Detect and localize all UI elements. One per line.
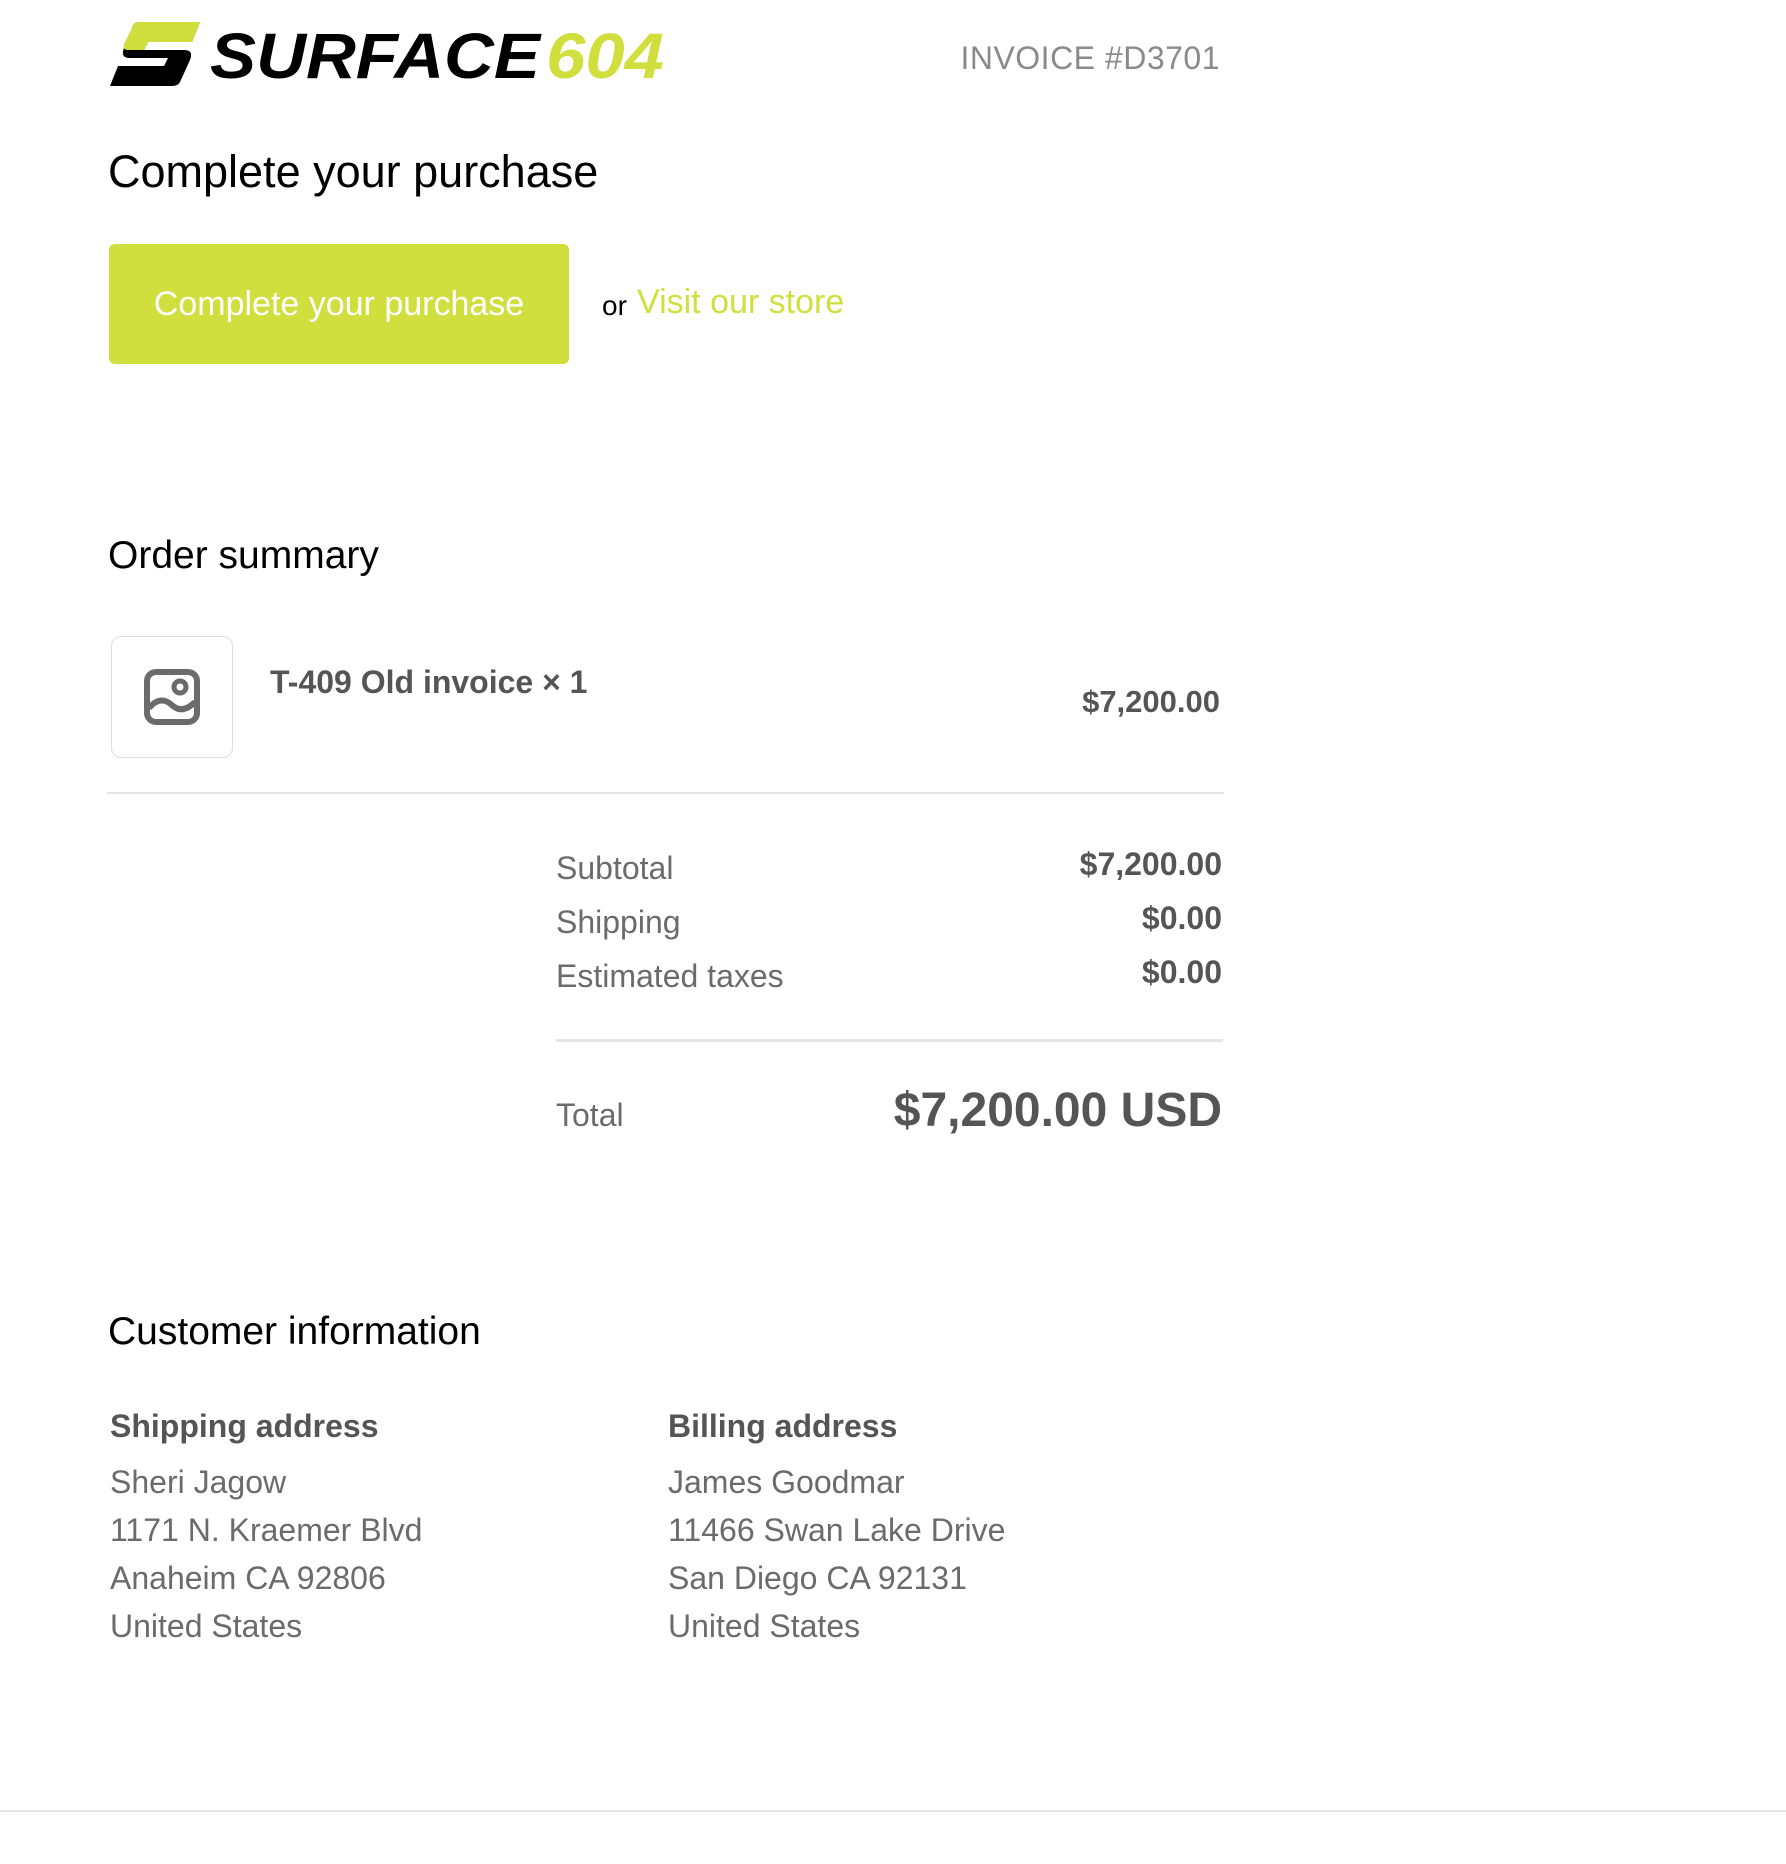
address-line: San Diego CA 92131: [668, 1560, 967, 1596]
divider: [107, 792, 1224, 794]
product-thumbnail: [111, 636, 233, 758]
address-line: James Goodmar: [668, 1464, 905, 1500]
invoice-number: INVOICE #D3701: [960, 40, 1220, 76]
order-summary-title: Order summary: [108, 534, 379, 577]
address-line: Sheri Jagow: [110, 1464, 287, 1500]
shipping-value: $0.00: [1141, 900, 1222, 936]
total-label: Total: [556, 1097, 624, 1133]
visit-store-link[interactable]: Visit our store: [637, 283, 844, 322]
taxes-label: Estimated taxes: [556, 958, 784, 994]
address-line: United States: [110, 1608, 303, 1644]
complete-purchase-button[interactable]: Complete your purchase: [109, 244, 569, 364]
shipping-address-heading: Shipping address: [110, 1408, 379, 1444]
address-line: 11466 Swan Lake Drive: [668, 1512, 1006, 1548]
divider: [556, 1039, 1223, 1042]
surface604-logo: SURFACE 604: [110, 20, 664, 86]
subtotal-label: Subtotal: [556, 850, 674, 886]
line-item-name: T-409 Old invoice × 1: [270, 664, 588, 700]
total-value: $7,200.00 USD: [893, 1084, 1222, 1137]
address-line: Anaheim CA 92806: [110, 1560, 386, 1596]
or-separator: or: [602, 290, 627, 321]
customer-information-title: Customer information: [108, 1310, 481, 1353]
page-title: Complete your purchase: [108, 146, 599, 197]
shipping-label: Shipping: [556, 904, 681, 940]
brand-mark-icon: [110, 22, 200, 86]
address-line: United States: [668, 1608, 861, 1644]
address-line: 1171 N. Kraemer Blvd: [110, 1512, 423, 1548]
brand-number: 604: [546, 20, 664, 86]
taxes-value: $0.00: [1141, 954, 1222, 990]
footer-divider: [0, 1810, 1786, 1812]
billing-address: Billing address James Goodmar 11466 Swan…: [668, 1406, 1168, 1650]
image-placeholder-icon: [144, 669, 200, 725]
brand-word: SURFACE: [210, 20, 542, 86]
billing-address-heading: Billing address: [668, 1408, 898, 1444]
subtotal-value: $7,200.00: [1079, 846, 1222, 882]
shipping-address: Shipping address Sheri Jagow 1171 N. Kra…: [110, 1406, 610, 1650]
line-item-price: $7,200.00: [1082, 684, 1220, 719]
